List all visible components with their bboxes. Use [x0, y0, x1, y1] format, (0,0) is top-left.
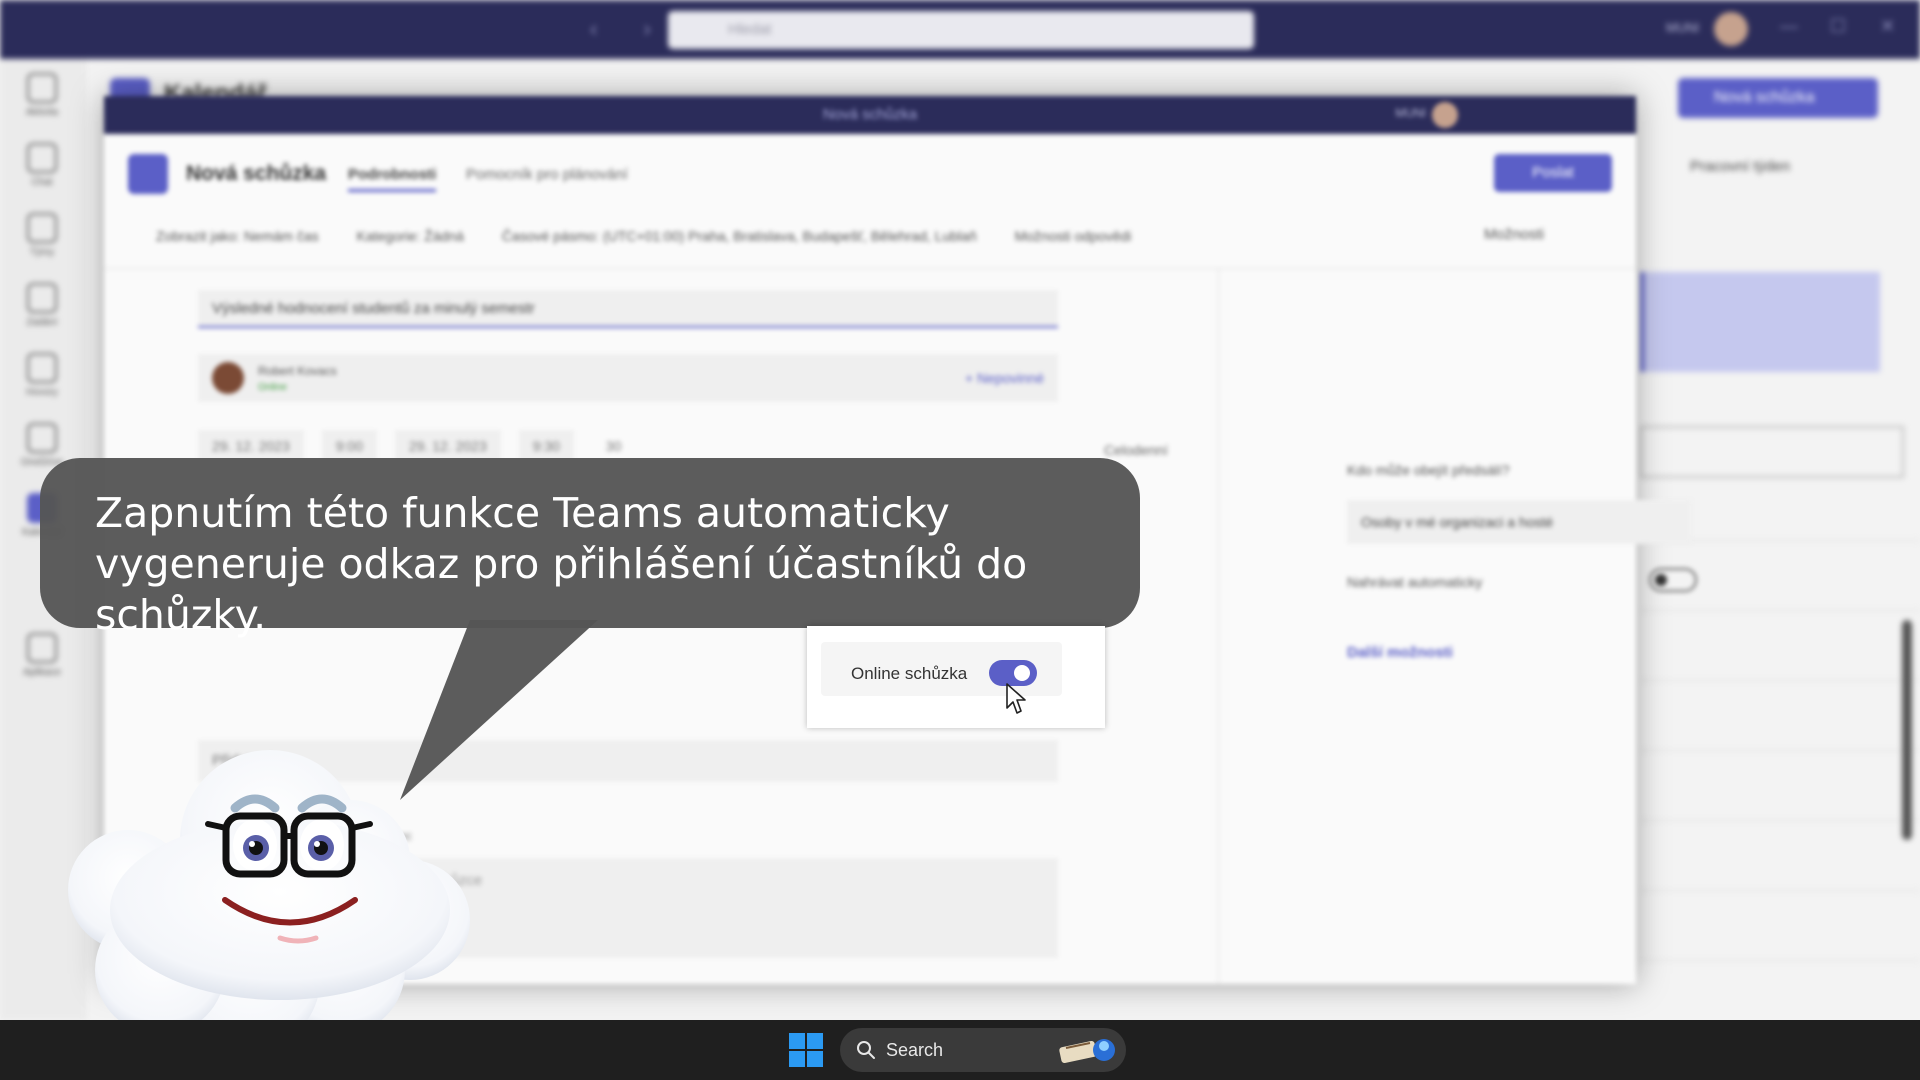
category-select[interactable]: Kategorie: Žádná	[357, 228, 464, 244]
calendar-gridline	[1640, 890, 1920, 891]
rail-item-assignments[interactable]: Zadání	[0, 283, 84, 328]
dialog-window-title: Nová schůzka	[822, 106, 918, 123]
rail-item-chat[interactable]: Chat	[0, 143, 84, 188]
chat-icon	[27, 143, 57, 173]
rail-item-teams[interactable]: Týmy	[0, 213, 84, 258]
more-options-link[interactable]: Další možnosti	[1347, 644, 1453, 661]
right-panel: Kdo může obejít předsálí? Osoby v mé org…	[1218, 268, 1697, 984]
teams-search-input[interactable]: Hledat	[668, 11, 1254, 49]
rail-item-activity[interactable]: Aktivita	[0, 73, 84, 118]
dialog-header-title: Nová schůzka	[186, 162, 327, 185]
phone-icon	[27, 353, 57, 383]
send-button[interactable]: Poslat	[1494, 154, 1612, 192]
lobby-bypass-label: Kdo může obejít předsálí?	[1347, 462, 1510, 478]
show-as-select[interactable]: Zobrazit jako: Nemám čas	[156, 228, 319, 244]
assignments-icon	[27, 283, 57, 313]
response-options-select[interactable]: Možnosti odpovědi	[1015, 228, 1132, 244]
lobby-bypass-select[interactable]: Osoby v mé organizaci a hosté	[1347, 500, 1691, 544]
calendar-gridline	[1640, 820, 1920, 821]
online-meeting-label: Online schůzka	[851, 664, 968, 683]
tab-details[interactable]: Podrobnosti	[348, 166, 437, 192]
taskbar-search-label: Search	[886, 1040, 944, 1060]
tab-scheduling-assistant[interactable]: Pomocník pro plánování	[466, 166, 628, 183]
avatar	[1432, 102, 1458, 128]
meeting-options-button[interactable]: Možnosti	[1484, 226, 1544, 243]
search-placeholder: Hledat	[728, 21, 772, 38]
search-highlight-art-icon	[1059, 1039, 1115, 1064]
search-icon	[857, 1041, 875, 1059]
meeting-title-input[interactable]: Výsledné hodnocení studentů za minulý se…	[198, 290, 1058, 328]
close-icon[interactable]: ✕	[1880, 16, 1895, 37]
attendees-field[interactable]: Robert Kovacs Online + Nepovinné	[198, 354, 1058, 402]
avatar[interactable]	[1714, 12, 1748, 46]
attendee-status: Online	[258, 382, 287, 393]
bell-icon	[27, 73, 57, 103]
mouse-pointer-icon	[1006, 683, 1026, 714]
week-view-select[interactable]: Pracovní týden	[1690, 158, 1790, 175]
nav-arrows-icon[interactable]: ‹ ›	[590, 16, 671, 42]
cloud-icon	[27, 423, 57, 453]
calendar-gridline	[1640, 680, 1920, 681]
minimize-icon[interactable]: —	[1780, 16, 1798, 37]
attendee-name: Robert Kovacs	[258, 364, 337, 378]
toggle-knob	[1014, 665, 1030, 681]
calendar-icon	[128, 154, 168, 194]
maximize-icon[interactable]: ☐	[1830, 16, 1846, 37]
rail-item-calls[interactable]: Hovory	[0, 353, 84, 398]
auto-record-label: Nahrávat automaticky	[1347, 574, 1483, 590]
optional-attendees-link[interactable]: + Nepovinné	[965, 370, 1044, 386]
calendar-slot[interactable]	[1640, 426, 1904, 478]
teams-icon	[27, 213, 57, 243]
speech-bubble-text: Zapnutím této funkce Teams automaticky v…	[95, 489, 1028, 639]
speech-bubble: Zapnutím této funkce Teams automaticky v…	[40, 458, 1140, 639]
calendar-event[interactable]	[1640, 272, 1880, 372]
teams-titlebar: ‹ › Hledat MUNI — ☐ ✕	[0, 0, 1920, 59]
auto-record-toggle[interactable]	[1649, 568, 1697, 592]
timezone-select[interactable]: Časové pásmo: (UTC+01:00) Praha, Bratisl…	[502, 228, 977, 244]
user-initials: MUNI	[1666, 20, 1700, 35]
calendar-gridline	[1640, 610, 1920, 611]
all-day-label[interactable]: Celodenní	[1104, 442, 1168, 458]
apps-icon	[27, 633, 57, 663]
cloud-mascot	[68, 750, 470, 1040]
calendar-gridline	[1640, 960, 1920, 961]
taskbar-search[interactable]: Search	[840, 1028, 1126, 1072]
scrollbar[interactable]	[1902, 620, 1912, 840]
windows-taskbar: Search	[0, 1020, 1920, 1080]
dialog-user-initials: MUNI	[1395, 106, 1426, 120]
new-meeting-button[interactable]: Nová schůzka	[1678, 78, 1878, 118]
online-meeting-highlight: Online schůzka	[807, 626, 1105, 728]
avatar	[212, 362, 244, 394]
calendar-gridline	[1640, 750, 1920, 751]
rail-item-apps[interactable]: Aplikace	[0, 633, 84, 678]
options-bar: Zobrazit jako: Nemám čas Kategorie: Žádn…	[156, 228, 1165, 244]
windows-start-icon[interactable]	[787, 1031, 825, 1069]
